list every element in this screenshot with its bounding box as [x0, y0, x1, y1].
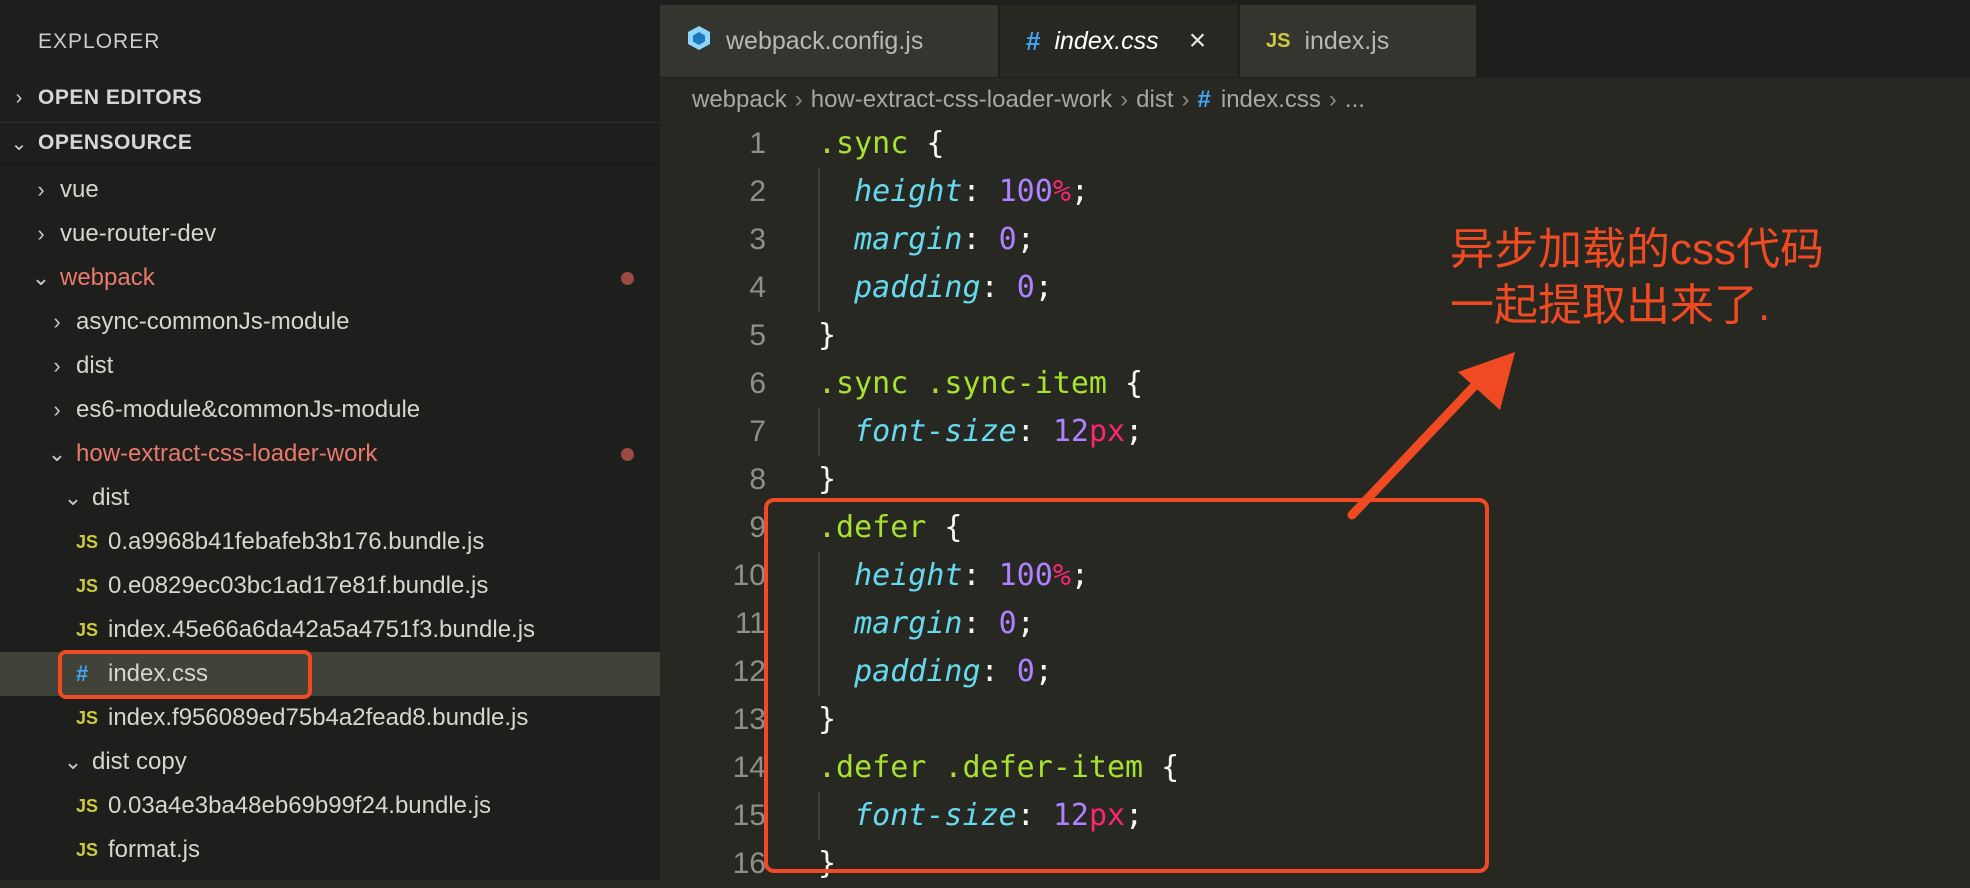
annotation-text: 异步加载的css代码 一起提取出来了.	[1450, 225, 1824, 330]
annotation-arrow-icon	[1347, 352, 1515, 520]
